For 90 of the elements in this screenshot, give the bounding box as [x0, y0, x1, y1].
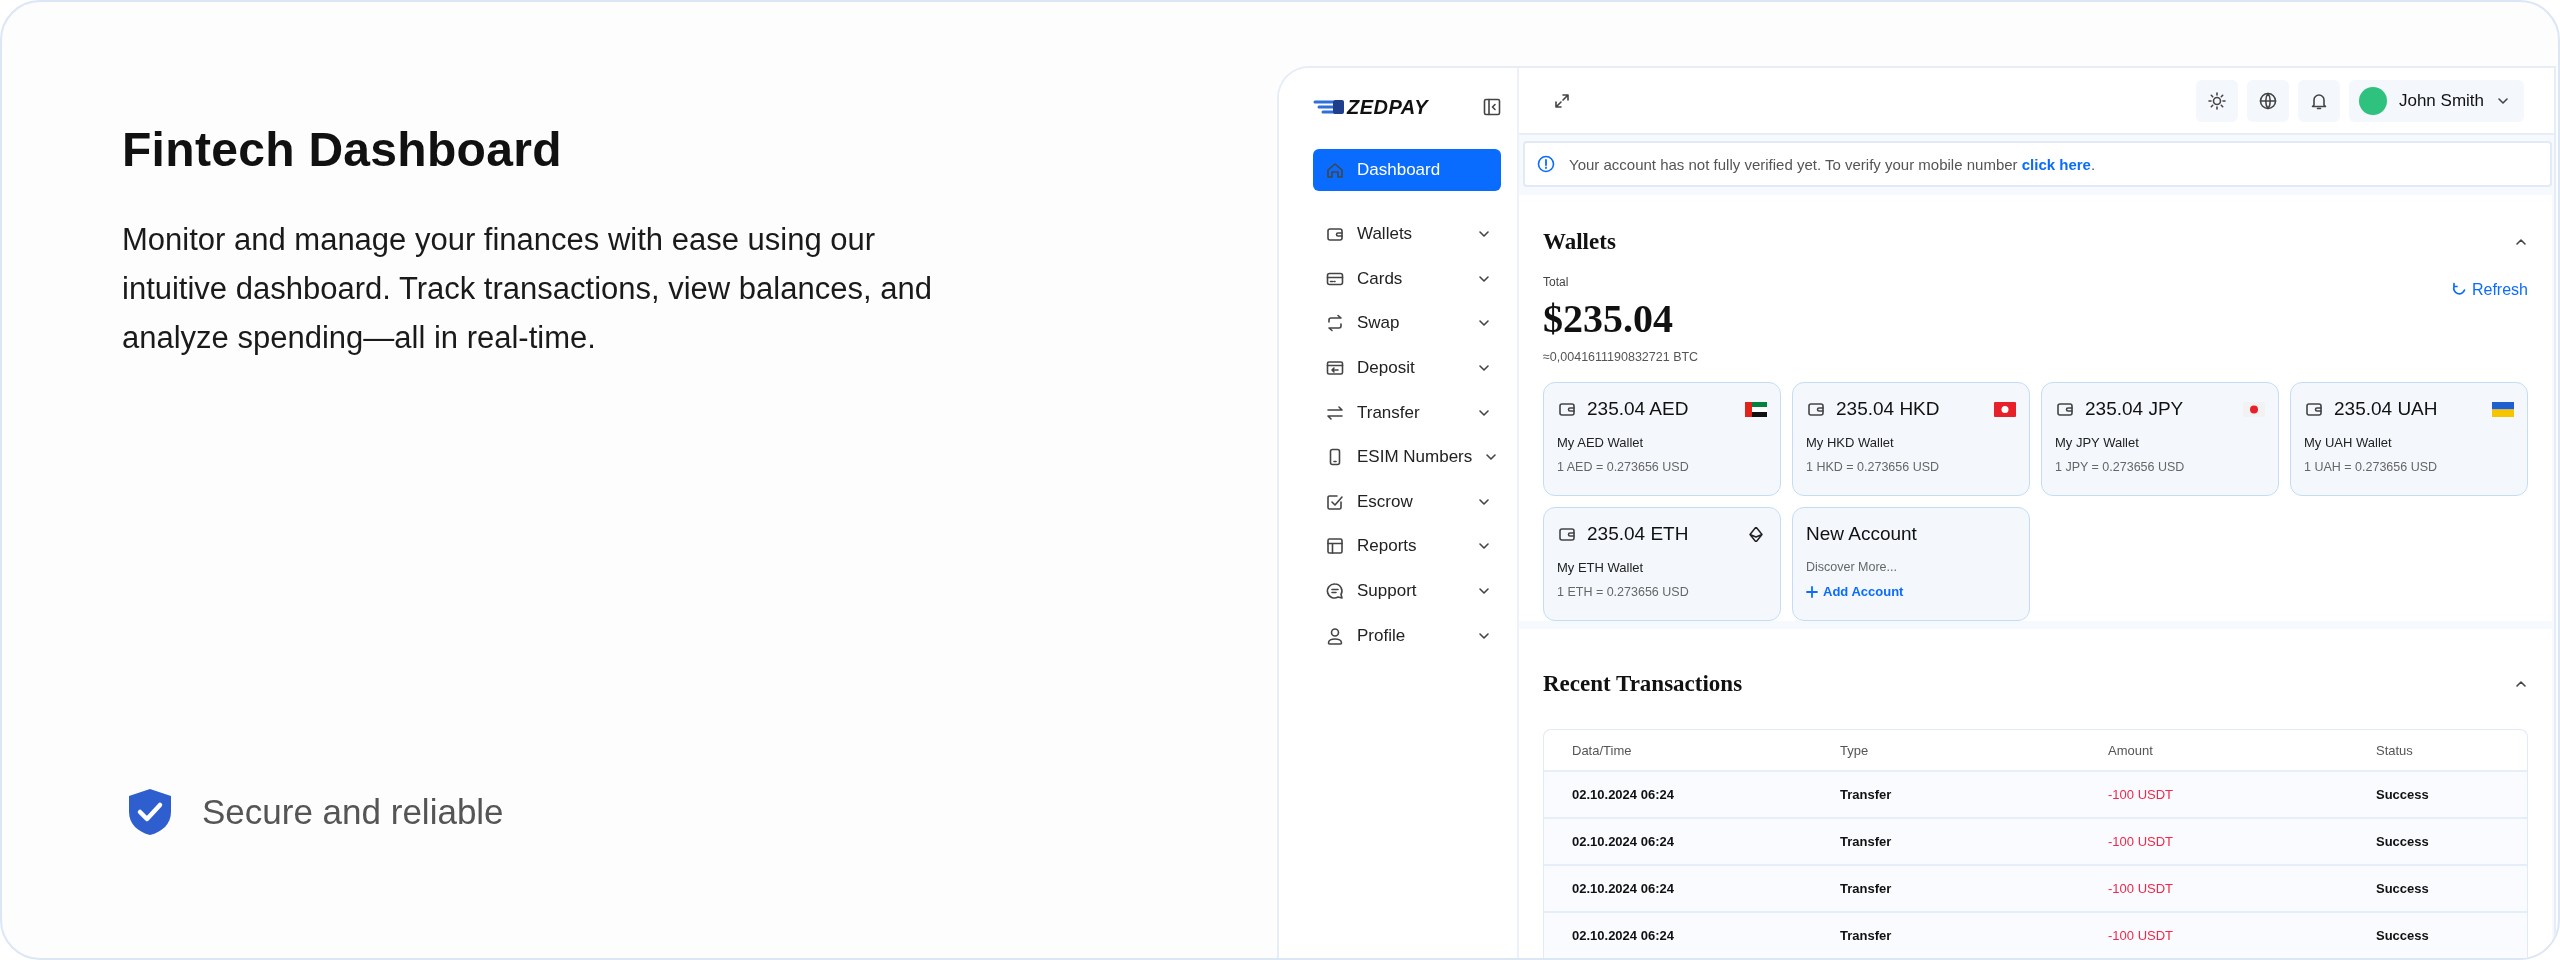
table-cell-text: -100 USDT [2108, 834, 2175, 849]
wallet-card[interactable]: 235.04 HKD My HKD Wallet 1 HKD = 0.273656 USD [1792, 382, 2030, 496]
btc-equivalent: ≈0,0041611190832721 BTC [1543, 350, 1699, 364]
table-cell-text: Success [2376, 787, 2430, 802]
globe-icon [2257, 90, 2278, 111]
refresh-link[interactable]: Refresh [2450, 281, 2528, 299]
user-icon [1325, 625, 1345, 646]
hong-kong-flag-icon [1994, 401, 2016, 417]
table-cell-text: -100 USDT [2108, 928, 2175, 943]
page-description: Monitor and manage your finances with ease using our intuitive dashboard. Track transactions, view balances, and analyze spending—all in real-time. [122, 221, 933, 357]
theme-icon [2206, 90, 2227, 111]
user-name: John Smith [2398, 90, 2484, 111]
section-title: Recent Transactions [1543, 671, 1743, 697]
exchange-rate: 1 AED = 0.273656 USD [1557, 460, 1690, 474]
table-cell-text: 02.10.2024 06:24 [1572, 834, 1675, 849]
table-cell-text: Success [2376, 928, 2430, 943]
table-cell-text: -100 USDT [2108, 787, 2175, 802]
sidebar-item[interactable]: Cards [1313, 256, 1501, 302]
wallet-balance: 235.04 UAH [2334, 398, 2439, 420]
sidebar-item[interactable]: Deposit [1313, 345, 1501, 391]
table-cell-text: Transfer [1840, 881, 1893, 896]
add-account-link[interactable]: Add Account [1806, 584, 1904, 599]
wallet-card[interactable]: 235.04 JPY My JPY Wallet 1 JPY = 0.273656 USD [2041, 382, 2279, 496]
sidebar-item[interactable]: Escrow [1313, 479, 1501, 525]
sidebar-item[interactable]: Support [1313, 568, 1501, 614]
plus-icon [1806, 585, 1818, 598]
wallet-name: My JPY Wallet [2055, 435, 2140, 450]
column-header: Data/Time [1572, 742, 1633, 758]
column-header: Status [2376, 742, 2414, 758]
wallet-name: My HKD Wallet [1806, 435, 1895, 450]
exchange-rate: 1 HKD = 0.273656 USD [1806, 460, 1941, 474]
wallet-name: My ETH Wallet [1557, 560, 1645, 575]
uae-flag-icon [1745, 401, 1767, 417]
wallet-balance: 235.04 JPY [2085, 398, 2185, 420]
wallet-name: My UAH Wallet [2304, 435, 2393, 450]
security-tagline: Secure and reliable [202, 792, 504, 832]
table-cell-text: Success [2376, 834, 2430, 849]
wallet-card[interactable]: 235.04 ETH My ETH Wallet 1 ETH = 0.273656 USD [1543, 507, 1781, 621]
exchange-rate: 1 JPY = 0.273656 USD [2055, 460, 2186, 474]
table-icon [1325, 536, 1345, 557]
swap-icon [1325, 313, 1345, 334]
table-cell-text: Transfer [1840, 787, 1893, 802]
column-header: Amount [2108, 742, 2154, 758]
sidebar-item[interactable]: Wallets [1313, 212, 1501, 257]
column-header: Type [1840, 742, 1870, 758]
shield-check-icon [128, 788, 172, 836]
wallet-balance: 235.04 ETH [1587, 523, 1690, 545]
exchange-rate: 1 UAH = 0.273656 USD [2304, 460, 2439, 474]
sidebar-item[interactable]: ESIM Numbers [1313, 434, 1501, 480]
section-title: Wallets [1543, 229, 1616, 255]
wallet-card[interactable]: 235.04 UAH My UAH Wallet 1 UAH = 0.273656 USD [2290, 382, 2528, 496]
bell-button[interactable] [2297, 79, 2340, 122]
speed-lines-icon [1313, 97, 1345, 117]
table-cell-text: 02.10.2024 06:24 [1572, 928, 1675, 943]
table-cell-text: Success [2376, 881, 2430, 896]
logo-text: ZEDPAY [1347, 95, 1429, 119]
table-cell-text: Transfer [1840, 834, 1893, 849]
sidebar-item[interactable]: Profile [1313, 613, 1501, 658]
total-balance: $235.04 [1543, 295, 1674, 342]
japan-flag-icon [2243, 401, 2265, 417]
refresh-icon [2450, 282, 2467, 298]
wallet-card[interactable]: 235.04 AED My AED Wallet 1 AED = 0.273656 USD [1543, 382, 1781, 496]
user-menu[interactable]: John Smith [2348, 79, 2524, 122]
card-title: New Account [1806, 523, 1918, 545]
page-title: Fintech Dashboard [122, 122, 563, 177]
table-cell-text: -100 USDT [2108, 881, 2175, 896]
wallet-balance: 235.04 HKD [1836, 398, 1941, 420]
table-cell-text: Transfer [1840, 928, 1893, 943]
globe-button[interactable] [2246, 79, 2289, 122]
sidebar-item[interactable]: Transfer [1313, 390, 1501, 435]
info-icon [1537, 155, 1555, 174]
wallet-name: My AED Wallet [1557, 435, 1645, 450]
sidebar-item[interactable]: Dashboard [1313, 149, 1501, 191]
table-cell-text: 02.10.2024 06:24 [1572, 881, 1675, 896]
home-icon [1325, 160, 1345, 180]
sidebar-item[interactable]: Swap [1313, 301, 1501, 346]
sidebar-item[interactable]: Reports [1313, 524, 1501, 569]
ukraine-flag-icon [2492, 401, 2514, 417]
verify-link[interactable]: click here [2021, 155, 2091, 173]
exchange-rate: 1 ETH = 0.273656 USD [1557, 585, 1690, 599]
total-label: Total [1543, 275, 1570, 289]
expand-icon[interactable] [1553, 91, 1571, 110]
chat-icon [1325, 581, 1345, 602]
wallet-balance: 235.04 AED [1587, 398, 1690, 420]
theme-button[interactable] [2195, 79, 2238, 122]
avatar [2358, 86, 2387, 115]
verification-message: Your account has not fully verified yet. To verify your mobile number click here. [1569, 155, 2096, 173]
sidebar-collapse-icon[interactable] [1483, 98, 1501, 116]
card-subtitle: Discover More... [1806, 560, 1898, 574]
table-cell-text: 02.10.2024 06:24 [1572, 787, 1675, 802]
